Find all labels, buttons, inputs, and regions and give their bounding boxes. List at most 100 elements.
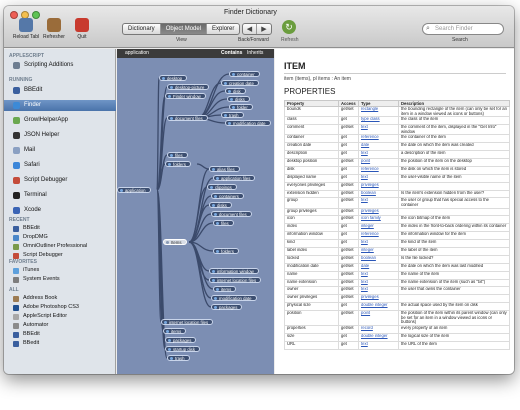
graph-node-application-files[interactable]: application files: [213, 175, 256, 181]
sidebar-item-system-events[interactable]: System Events: [4, 275, 116, 284]
property-type-link[interactable]: text: [358, 150, 399, 159]
graph-node-disks[interactable]: disks: [209, 202, 232, 208]
graph-node-packages[interactable]: packages: [211, 304, 243, 310]
property-type-link[interactable]: date: [358, 142, 399, 152]
property-type-link[interactable]: integer: [358, 247, 399, 256]
sidebar-item-dropdmg[interactable]: DropDMG: [4, 233, 116, 242]
property-type-link[interactable]: text: [358, 270, 399, 280]
sidebar-item-growlhelperapp[interactable]: GrowlHelperApp: [4, 115, 116, 126]
graph-node-folder[interactable]: folder: [229, 104, 253, 110]
graph-node-folders[interactable]: folders: [165, 161, 191, 167]
sidebar-item-address-book[interactable]: Address Book: [4, 294, 116, 303]
property-access: get: [338, 231, 359, 241]
property-type-link[interactable]: text: [358, 239, 399, 249]
reload-tabl-button[interactable]: Reload Tabl: [12, 18, 40, 40]
sidebar-item-applescript-editor[interactable]: AppleScript Editor: [4, 312, 116, 321]
graph-node-application[interactable]: application: [117, 187, 151, 193]
tab-explorer[interactable]: Explorer: [207, 24, 239, 34]
property-type-link[interactable]: text: [358, 197, 399, 209]
property-description: the position of the item within its pare…: [398, 310, 510, 326]
property-type-link[interactable]: text: [358, 173, 399, 183]
graph-node-creation-date[interactable]: creation date: [221, 80, 259, 86]
graph-node-disk[interactable]: disk: [225, 88, 246, 94]
tab-dictionary[interactable]: Dictionary: [123, 24, 161, 34]
graph-node-trash[interactable]: trash: [221, 112, 244, 118]
graph-node-clippings[interactable]: clippings: [207, 184, 237, 190]
sidebar-item-automator[interactable]: Automator: [4, 321, 116, 330]
graph-node-container[interactable]: container: [229, 71, 260, 77]
graph-node-items[interactable]: Items: [163, 239, 187, 245]
contains-toggle[interactable]: Contains: [221, 49, 242, 58]
sidebar-item-xcode[interactable]: Xcode: [4, 205, 116, 216]
sidebar-item-bbedit[interactable]: BBEdit: [4, 330, 116, 339]
property-type-link[interactable]: type class: [358, 116, 399, 126]
property-type-link[interactable]: boolean: [358, 189, 399, 199]
sidebar-item-mail[interactable]: Mail: [4, 145, 116, 156]
tab-object-model[interactable]: Object Model: [160, 24, 208, 34]
property-type-link[interactable]: icon family: [358, 215, 399, 225]
forward-button[interactable]: ▶: [257, 24, 271, 34]
property-type-link[interactable]: double integer: [358, 332, 399, 342]
graph-node-alias-files[interactable]: alias files: [209, 166, 240, 172]
graph-node-packages[interactable]: packages: [165, 337, 197, 343]
graph-node-internet-location-files[interactable]: internet location files: [209, 277, 262, 283]
sidebar-item-bbedit[interactable]: BBEdit: [4, 224, 116, 233]
property-type-link[interactable]: date: [358, 262, 399, 272]
property-type-link[interactable]: reference: [358, 165, 399, 175]
sidebar-item-bbedit[interactable]: BBedit: [4, 339, 116, 348]
graph-node-desktop[interactable]: desktop: [159, 75, 188, 81]
graph-node-files[interactable]: files: [167, 152, 188, 158]
graph-node-finder-window[interactable]: Finder window: [165, 93, 206, 99]
property-type-link[interactable]: privileges: [358, 294, 399, 304]
sidebar-item-omnioutliner-professional[interactable]: OmniOutliner Professional: [4, 242, 116, 251]
sidebar-item-adobe-photoshop-cs3[interactable]: Adobe Photoshop CS3: [4, 303, 116, 312]
graph-node-information-window[interactable]: information window: [209, 268, 259, 274]
graph-node-document-files[interactable]: document files: [167, 115, 208, 121]
property-type-link[interactable]: integer: [358, 223, 399, 233]
property-type-link[interactable]: reference: [358, 231, 399, 241]
graph-node-folders[interactable]: folders: [213, 248, 239, 254]
property-type-link[interactable]: double integer: [358, 302, 399, 312]
property-type-link[interactable]: rectangle: [358, 105, 399, 118]
graph-node-internet-location-files[interactable]: internet location files: [161, 319, 214, 325]
refresh-button[interactable]: ↻: [282, 20, 296, 34]
sidebar-item-scripting-additions[interactable]: Scripting Additions: [4, 60, 116, 71]
property-type-link[interactable]: text: [358, 124, 399, 136]
inherits-toggle[interactable]: Inherits: [247, 49, 263, 58]
graph-node-items[interactable]: items: [213, 286, 237, 292]
toolbar: Finder Dictionary Reload Tabl Refresher Qu…: [4, 6, 514, 48]
graph-node-containers[interactable]: containers: [211, 193, 244, 199]
graph-node-disks[interactable]: disks: [227, 96, 250, 102]
property-type-link[interactable]: text: [358, 340, 399, 350]
graph-node-modification-date[interactable]: modification date: [211, 295, 257, 301]
quit-button[interactable]: Quit: [68, 18, 96, 40]
property-type-link[interactable]: text: [358, 286, 399, 296]
sidebar-item-label: BBEdit: [24, 87, 43, 93]
graph-node-document-files[interactable]: document files: [211, 211, 252, 217]
property-type-link[interactable]: point: [358, 310, 399, 326]
sidebar-item-script-debugger[interactable]: Script Debugger: [4, 175, 116, 186]
sidebar-item-itunes[interactable]: iTunes: [4, 266, 116, 275]
graph-node-modification-date[interactable]: modification date: [225, 120, 271, 126]
graph-node-files[interactable]: files: [213, 220, 234, 226]
refresher-button[interactable]: Refresher: [40, 18, 68, 40]
column-header-access[interactable]: Access: [338, 100, 359, 107]
sidebar-item-terminal[interactable]: Terminal: [4, 190, 116, 201]
sidebar-item-bbedit[interactable]: BBEdit: [4, 85, 116, 96]
property-type-link[interactable]: point: [358, 157, 399, 167]
property-type-link[interactable]: text: [358, 278, 399, 288]
graph-node-desktop-picture[interactable]: desktop-picture: [167, 84, 210, 90]
property-type-link[interactable]: reference: [358, 134, 399, 144]
graph-node-startup-disk[interactable]: startup disk: [165, 346, 200, 352]
back-button[interactable]: ◀: [243, 24, 257, 34]
sidebar-item-json-helper[interactable]: JSON Helper: [4, 130, 116, 141]
graph-node-trash[interactable]: trash: [167, 355, 190, 361]
property-type-link[interactable]: privileges: [358, 207, 399, 217]
graph-node-items[interactable]: items: [163, 328, 187, 334]
search-field[interactable]: Search Finder: [422, 23, 504, 35]
sidebar-item-finder[interactable]: Finder: [4, 100, 116, 111]
property-type-link[interactable]: boolean: [358, 254, 399, 264]
sidebar-item-safari[interactable]: Safari: [4, 160, 116, 171]
property-type-link[interactable]: record: [358, 324, 399, 334]
property-type-link[interactable]: privileges: [358, 181, 399, 191]
